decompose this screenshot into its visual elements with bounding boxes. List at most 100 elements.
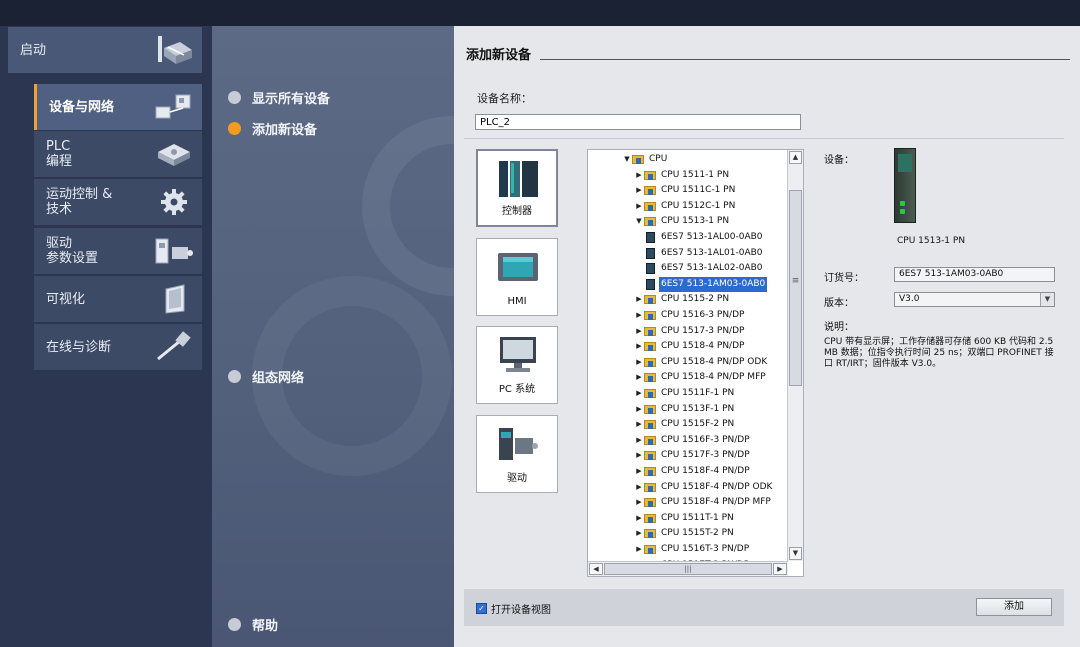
expand-arrow-icon[interactable]: ▶ bbox=[634, 448, 644, 463]
tree-vertical-scrollbar[interactable]: ▲ ≡ ▼ bbox=[787, 150, 803, 561]
expand-arrow-icon[interactable]: ▶ bbox=[634, 355, 644, 370]
tree-module-item[interactable]: 6ES7 513-1AM03-0AB0 bbox=[646, 276, 768, 292]
tree-folder-item[interactable]: ▶ CPU 1518F-4 PN/DP MFP bbox=[634, 495, 773, 510]
expand-arrow-icon[interactable]: ▶ bbox=[634, 308, 644, 323]
portal-item-plc-programming[interactable]: PLC 编程 bbox=[34, 131, 202, 177]
tree-module-item[interactable]: 6ES7 513-1AL02-0AB0 bbox=[646, 261, 765, 276]
expand-arrow-icon[interactable]: ▶ bbox=[634, 183, 644, 198]
folder-icon bbox=[644, 357, 656, 367]
expand-arrow-icon[interactable]: ▶ bbox=[634, 542, 644, 557]
tree-folder-item[interactable]: ▶ CPU 1518-4 PN/DP ODK bbox=[634, 355, 769, 370]
open-device-view-label[interactable]: 打开设备视图 bbox=[491, 601, 551, 616]
portal-item-online-diagnostics[interactable]: 在线与诊断 bbox=[34, 324, 202, 370]
expand-arrow-icon[interactable]: ▶ bbox=[634, 511, 644, 526]
portal-item-label: 驱动 参数设置 bbox=[46, 236, 99, 266]
expand-arrow-icon[interactable]: ▶ bbox=[634, 168, 644, 183]
expand-arrow-icon[interactable]: ▶ bbox=[634, 495, 644, 510]
expand-arrow-icon[interactable]: ▶ bbox=[634, 464, 644, 479]
tree-horizontal-scrollbar[interactable]: ◀ ||| ▶ bbox=[588, 561, 788, 576]
tree-module-item[interactable]: 6ES7 513-1AL01-0AB0 bbox=[646, 246, 765, 261]
scroll-down-icon[interactable]: ▼ bbox=[789, 547, 802, 560]
expand-arrow-icon[interactable]: ▶ bbox=[634, 339, 644, 354]
menu-configure-network[interactable]: 组态网络 bbox=[228, 367, 304, 386]
tree-folder-item[interactable]: ▶ CPU 1511F-1 PN bbox=[634, 386, 736, 401]
expand-arrow-icon[interactable]: ▶ bbox=[634, 199, 644, 214]
scroll-thumb[interactable]: ||| bbox=[604, 563, 772, 575]
portal-start-label: 启动 bbox=[20, 42, 47, 58]
tree-module-item[interactable]: 6ES7 513-1AL00-0AB0 bbox=[646, 230, 765, 245]
collapse-arrow-icon[interactable]: ▼ bbox=[634, 214, 644, 229]
tree-item-label: CPU 1515F-2 PN bbox=[661, 419, 735, 430]
portal-item-drive-parameters[interactable]: 驱动 参数设置 bbox=[34, 228, 202, 274]
device-catalog-tree[interactable]: ▼ CPU ▶ CPU 1511-1 PN ▶ CPU 1511C-1 PN ▶ CPU 15… bbox=[587, 149, 804, 577]
tree-folder-item[interactable]: ▶ CPU 1518-4 PN/DP MFP bbox=[634, 370, 768, 385]
tree-folder-item[interactable]: ▶ CPU 1512C-1 PN bbox=[634, 199, 737, 214]
portal-item-motion-technology[interactable]: 运动控制 & 技术 bbox=[34, 179, 202, 225]
device-label: 设备： bbox=[824, 155, 854, 166]
tree-folder-item[interactable]: ▶ CPU 1516T-3 PN/DP bbox=[634, 542, 751, 557]
expand-arrow-icon[interactable]: ▶ bbox=[634, 480, 644, 495]
tree-folder-item[interactable]: ▶ CPU 1518F-4 PN/DP bbox=[634, 464, 752, 479]
open-device-view-checkbox[interactable]: ✓ bbox=[476, 603, 487, 614]
tree-folder-item[interactable]: ▶ CPU 1518F-4 PN/DP ODK bbox=[634, 480, 774, 495]
scroll-left-icon[interactable]: ◀ bbox=[589, 563, 603, 575]
tree-folder-item[interactable]: ▶ CPU 1517F-3 PN/DP bbox=[634, 448, 752, 463]
tree-folder-item[interactable]: ▼ CPU 1513-1 PN bbox=[634, 214, 731, 229]
menu-show-all-devices[interactable]: 显示所有设备 bbox=[228, 88, 330, 107]
collapse-arrow-icon[interactable]: ▼ bbox=[622, 152, 632, 167]
tree-item-label: CPU 1516F-3 PN/DP bbox=[661, 434, 750, 445]
menu-add-new-device[interactable]: 添加新设备 bbox=[228, 119, 317, 138]
tree-folder-item[interactable]: ▶ CPU 1515T-2 PN bbox=[634, 526, 736, 541]
order-number-field: 6ES7 513-1AM03-0AB0 bbox=[894, 267, 1055, 282]
tree-folder-item[interactable]: ▶ CPU 1516F-3 PN/DP bbox=[634, 433, 752, 448]
version-dropdown[interactable]: V3.0 ▼ bbox=[894, 292, 1055, 307]
device-type-label: 控制器 bbox=[502, 206, 532, 217]
cpu-device-image bbox=[894, 148, 916, 223]
portal-start[interactable]: 启动 bbox=[8, 27, 202, 73]
scroll-right-icon[interactable]: ▶ bbox=[773, 563, 787, 575]
tree-folder-item[interactable]: ▶ CPU 1515F-2 PN bbox=[634, 417, 736, 432]
tree-folder-item[interactable]: ▶ CPU 1511T-1 PN bbox=[634, 511, 736, 526]
device-name-input[interactable]: PLC_2 bbox=[475, 114, 801, 130]
expand-arrow-icon[interactable]: ▶ bbox=[634, 417, 644, 432]
portal-item-devices-networks[interactable]: 设备与网络 bbox=[34, 84, 202, 130]
scroll-up-icon[interactable]: ▲ bbox=[789, 151, 802, 164]
expand-arrow-icon[interactable]: ▶ bbox=[634, 386, 644, 401]
portal-item-visualization[interactable]: 可视化 bbox=[34, 276, 202, 322]
expand-arrow-icon[interactable]: ▶ bbox=[634, 370, 644, 385]
expand-arrow-icon[interactable]: ▶ bbox=[634, 324, 644, 339]
expand-arrow-icon[interactable]: ▶ bbox=[634, 292, 644, 307]
tree-folder-item[interactable]: ▶ CPU 1511C-1 PN bbox=[634, 183, 737, 198]
device-type-hmi[interactable]: HMI bbox=[476, 238, 558, 316]
expand-arrow-icon[interactable]: ▶ bbox=[634, 433, 644, 448]
device-type-controller[interactable]: 控制器 bbox=[476, 149, 558, 227]
bullet-icon bbox=[228, 370, 241, 383]
scroll-thumb[interactable]: ≡ bbox=[789, 190, 802, 386]
tree-folder-item[interactable]: ▼ CPU bbox=[622, 152, 669, 167]
device-name-label: 设备名称： bbox=[477, 92, 532, 105]
dialog-footer: ✓ 打开设备视图 添加 bbox=[464, 589, 1064, 626]
tree-folder-item[interactable]: ▶ CPU 1513F-1 PN bbox=[634, 402, 736, 417]
expand-arrow-icon[interactable]: ▶ bbox=[634, 402, 644, 417]
menu-configure-network-label: 组态网络 bbox=[252, 371, 305, 386]
expand-arrow-icon[interactable]: ▶ bbox=[634, 526, 644, 541]
chevron-down-icon[interactable]: ▼ bbox=[1040, 293, 1054, 306]
tree-folder-item[interactable]: ▶ CPU 1518-4 PN/DP bbox=[634, 339, 746, 354]
device-type-drive[interactable]: 驱动 bbox=[476, 415, 558, 493]
tree-folder-item[interactable]: ▶ CPU 1511-1 PN bbox=[634, 168, 731, 183]
tree-folder-item[interactable]: ▶ CPU 1517-3 PN/DP bbox=[634, 324, 746, 339]
tree-folder-item[interactable]: ▶ CPU 1516-3 PN/DP bbox=[634, 308, 746, 323]
folder-icon bbox=[644, 404, 656, 414]
tree-folder-item[interactable]: ▶ CPU 1515-2 PN bbox=[634, 292, 731, 307]
start-icon bbox=[158, 36, 192, 64]
folder-icon bbox=[644, 482, 656, 492]
description-text: CPU 带有显示屏；工作存储器可存储 600 KB 代码和 2.5 MB 数据；… bbox=[824, 337, 1054, 369]
menu-help[interactable]: 帮助 bbox=[228, 615, 278, 634]
add-button[interactable]: 添加 bbox=[976, 598, 1052, 616]
device-caption: CPU 1513-1 PN bbox=[897, 236, 966, 246]
device-type-pc-system[interactable]: PC 系统 bbox=[476, 326, 558, 404]
menu-help-label: 帮助 bbox=[252, 619, 279, 634]
folder-icon bbox=[644, 326, 656, 336]
drive-parameter-icon bbox=[155, 238, 193, 264]
tree-item-label: CPU 1511C-1 PN bbox=[661, 185, 736, 196]
